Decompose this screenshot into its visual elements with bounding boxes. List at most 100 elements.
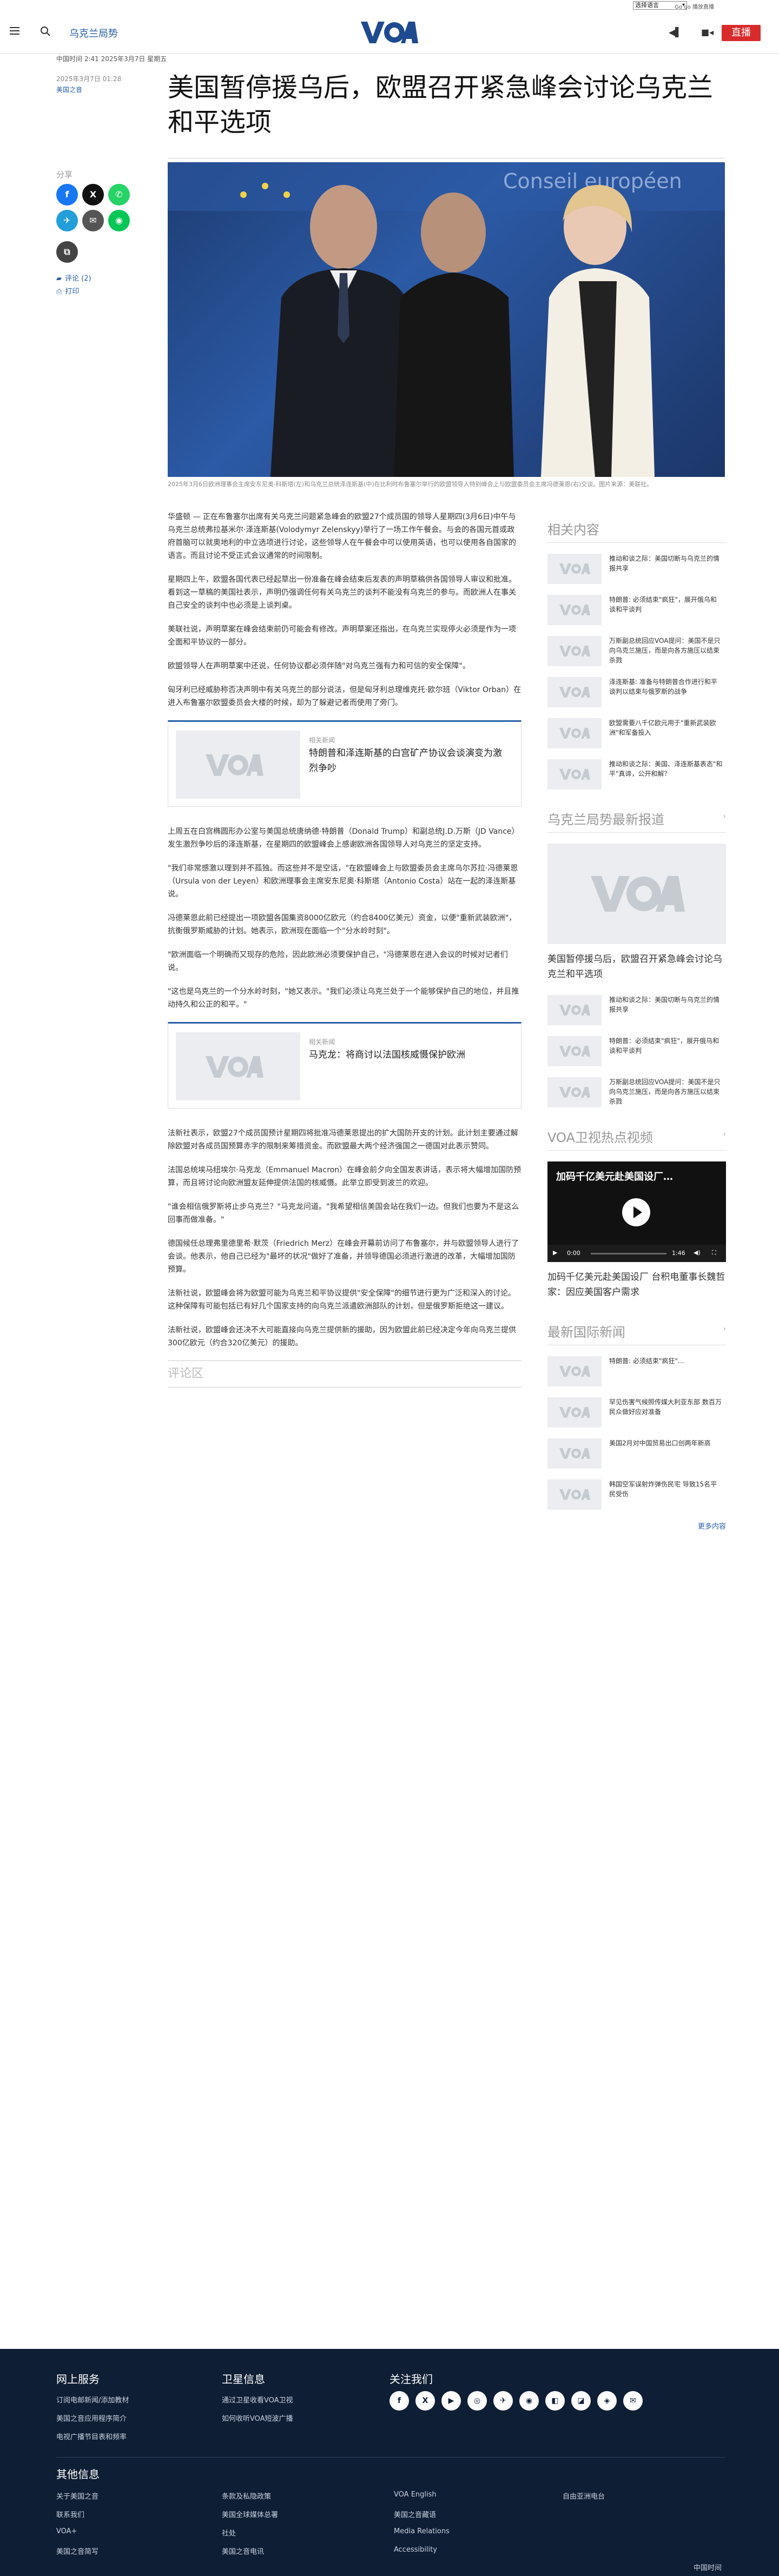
search-icon[interactable] <box>40 26 51 37</box>
footer-link[interactable]: Media Relations <box>394 2527 450 2535</box>
footer-link[interactable]: 社处 <box>222 2527 236 2538</box>
more-link[interactable]: 更多内容 <box>547 1521 726 1531</box>
list-item-title[interactable]: 韩国空军误射炸弹伤民宅 导致15名平民受伤 <box>609 1479 723 1499</box>
footer-link[interactable]: 如何收听VOA短波广播 <box>222 2413 293 2423</box>
rss-icon[interactable]: ◪ <box>571 2391 591 2411</box>
video-title[interactable]: 加码千亿美元赴美国设厂 台积电董事长魏哲家：因应美国客户需求 <box>547 1270 726 1300</box>
list-item[interactable]: 推动和谈之际：美国切断与乌克兰的情报共享 <box>547 554 726 588</box>
list-item[interactable]: 欧盟需要八千亿欧元用于"重新武装欧洲"和军备投入 <box>547 718 726 753</box>
list-item[interactable]: 万斯副总统回应VOA提问：美国不是只向乌克兰施压，而是向各方施压以结束杀戮 <box>547 636 726 670</box>
line-share-icon[interactable]: ◉ <box>108 210 130 231</box>
x-share-icon[interactable]: X <box>82 184 104 205</box>
youtube-icon[interactable]: ▶ <box>441 2391 461 2411</box>
footer-link[interactable]: 电视广播节目表和频率 <box>56 2431 127 2441</box>
footer-link[interactable]: 美国之音简写 <box>56 2546 98 2556</box>
list-item-title[interactable]: 万斯副总统回应VOA提问：美国不是只向乌克兰施压，而是向各方施压以结束杀戮 <box>609 636 723 665</box>
video-icon[interactable]: ■◂ <box>701 27 714 37</box>
footer-link[interactable]: Accessibility <box>394 2546 437 2554</box>
footer-link[interactable]: 美国之音电讯 <box>222 2546 264 2556</box>
footer-link[interactable]: 条款及私隐政策 <box>222 2491 271 2501</box>
list-item-title[interactable]: 特朗普：必须结束"疯狂"，展开俄乌和谈和平谈判 <box>609 1036 723 1055</box>
list-item[interactable]: 推动和谈之际：美国、泽连斯基表态"和平"真谛，公开和解？ <box>547 759 726 794</box>
footer-link[interactable]: 自由亚洲电台 <box>563 2491 605 2501</box>
intl-news-heading[interactable]: 最新国际新闻 › <box>547 1322 726 1345</box>
instagram-icon[interactable]: ◎ <box>467 2391 487 2411</box>
volume-icon[interactable]: ◀) <box>694 1249 701 1256</box>
list-item-title[interactable]: 罕见伤害气候照传媒大利亚东部 数百万民众做好应对准备 <box>609 1397 723 1417</box>
audio-icon[interactable]: ◀▌ <box>669 27 682 37</box>
list-item[interactable]: 美国2月对中国贸易出口创两年新高 <box>547 1438 726 1473</box>
author-link[interactable]: 美国之音 <box>56 84 121 95</box>
comments-link[interactable]: ▰ 评论 (2) <box>56 273 91 283</box>
related-story-title[interactable]: 马克龙：将商讨以法国核威慑保护欧洲 <box>309 1047 504 1063</box>
x-icon[interactable]: X <box>415 2391 435 2411</box>
threads-icon[interactable]: ◧ <box>545 2391 565 2411</box>
list-item[interactable]: 特朗普: 必须结束"疯狂"，展开俄乌和谈和平谈判 <box>547 595 726 629</box>
footer-link[interactable]: 美国之音藏语 <box>394 2509 436 2519</box>
menu-icon[interactable] <box>10 27 19 37</box>
paragraph: "谁会相信俄罗斯将止步乌克兰？"马克龙问道。"我希望相信美国会站在我们一边。但我… <box>168 1203 519 1224</box>
share-row-2: ✈ ✉ ◉ <box>56 210 164 231</box>
podcast-icon[interactable]: ◉ <box>519 2391 539 2411</box>
related-story-card[interactable]: 相关新闻 马克龙：将商讨以法国核威慑保护欧洲 <box>168 1022 521 1108</box>
fullscreen-icon[interactable]: ⛶ <box>712 1249 716 1257</box>
telegram-share-icon[interactable]: ✈ <box>56 210 78 231</box>
app-icon[interactable]: ◈ <box>597 2391 617 2411</box>
video-overlay-title: 加码千亿美元赴美国设厂… <box>556 1171 673 1183</box>
chevron-right-icon: › <box>723 812 726 821</box>
ukraine-latest-heading[interactable]: 乌克兰局势最新报道 › <box>547 809 726 833</box>
list-item-title[interactable]: 推动和谈之际：美国切断与乌克兰的情报共享 <box>609 995 723 1014</box>
telegram-icon[interactable]: ✈ <box>493 2391 513 2411</box>
email-share-icon[interactable]: ✉ <box>82 210 104 231</box>
video-heading[interactable]: VOA卫视热点视频 › <box>547 1127 726 1151</box>
print-link[interactable]: ⎙ 打印 <box>56 286 79 296</box>
list-item-title[interactable]: 推动和谈之际：美国切断与乌克兰的情报共享 <box>609 554 723 573</box>
live-button[interactable]: 直播 <box>722 25 761 41</box>
list-item[interactable]: 特朗普: 必须结束"疯狂"… <box>547 1356 726 1391</box>
list-item-title[interactable]: 泽连斯基: 准备与特朗普合作进行和平谈判以结束与俄罗斯的战争 <box>609 677 723 696</box>
facebook-icon[interactable]: f <box>390 2391 409 2411</box>
footer-link[interactable]: 美国全球媒体总署 <box>222 2509 278 2519</box>
list-item-title[interactable]: 万斯副总统回应VOA提问：美国不是只向乌克兰施压，而是向各方施压以结束杀戮 <box>609 1077 723 1106</box>
list-item[interactable]: 万斯副总统回应VOA提问：美国不是只向乌克兰施压，而是向各方施压以结束杀戮 <box>547 1077 726 1112</box>
list-item-thumbnail <box>547 1036 602 1066</box>
list-item-thumbnail <box>547 677 602 707</box>
footer-link[interactable]: 订阅电邮新闻/添加教材 <box>56 2394 129 2405</box>
list-item-thumbnail <box>547 759 602 789</box>
list-item-title[interactable]: 特朗普: 必须结束"疯狂"，展开俄乌和谈和平谈判 <box>609 595 723 614</box>
footer-link[interactable]: 美国之音应用程序简介 <box>56 2413 127 2423</box>
footer-link[interactable]: VOA+ <box>56 2527 77 2535</box>
copy-link-icon[interactable]: ⧉ <box>56 241 78 263</box>
list-item-title[interactable]: 美国2月对中国贸易出口创两年新高 <box>609 1438 723 1448</box>
list-item[interactable]: 泽连斯基: 准备与特朗普合作进行和平谈判以结束与俄罗斯的战争 <box>547 677 726 712</box>
video-progress-bar[interactable] <box>591 1253 666 1254</box>
satellite-heading: 卫星信息 <box>222 2373 265 2386</box>
list-item-title[interactable]: 欧盟需要八千亿欧元用于"重新武装欧洲"和军备投入 <box>609 718 723 738</box>
voa-placeholder-icon <box>559 1366 590 1377</box>
footer-link[interactable]: VOA English <box>394 2491 437 2499</box>
play-icon[interactable] <box>622 1198 650 1226</box>
list-item[interactable]: 罕见伤害气候照传媒大利亚东部 数百万民众做好应对准备 <box>547 1397 726 1432</box>
facebook-share-icon[interactable]: f <box>56 184 78 205</box>
section-link[interactable]: 乌克兰局势 <box>69 26 118 40</box>
list-item[interactable]: 推动和谈之际：美国切断与乌克兰的情报共享 <box>547 995 726 1030</box>
video-player[interactable]: 加码千亿美元赴美国设厂… ▶ 0:00 1:46 ◀) ⛶ <box>547 1161 726 1262</box>
list-item-title[interactable]: 推动和谈之际：美国、泽连斯基表态"和平"真谛，公开和解？ <box>609 759 723 779</box>
voa-placeholder-icon <box>591 876 685 912</box>
related-story-card[interactable]: 相关新闻 特朗普和泽连斯基的白宫矿产协议会谈演变为激烈争吵 <box>168 720 521 807</box>
list-item[interactable]: 特朗普：必须结束"疯狂"，展开俄乌和谈和平谈判 <box>547 1036 726 1071</box>
email-icon[interactable]: ✉ <box>623 2391 643 2411</box>
ukraine-latest-featured[interactable]: 美国暂停援乌后，欧盟召开紧急峰会讨论乌克兰和平选项 <box>547 844 726 982</box>
language-strip-links[interactable]: Go go 播放直播 <box>675 2 714 10</box>
sidebar: 相关内容 推动和谈之际：美国切断与乌克兰的情报共享 特朗普: 必须结束"疯狂"，展… <box>547 519 726 1531</box>
footer-link[interactable]: 通过卫星收看VOA卫视 <box>222 2394 293 2405</box>
voa-logo[interactable] <box>361 21 418 44</box>
play-small-icon[interactable]: ▶ <box>553 1249 557 1256</box>
featured-title[interactable]: 美国暂停援乌后，欧盟召开紧急峰会讨论乌克兰和平选项 <box>547 952 726 982</box>
list-item-title[interactable]: 特朗普: 必须结束"疯狂"… <box>609 1356 723 1366</box>
related-story-title[interactable]: 特朗普和泽连斯基的白宫矿产协议会谈演变为激烈争吵 <box>309 746 504 776</box>
whatsapp-share-icon[interactable]: ✆ <box>108 184 130 205</box>
list-item[interactable]: 韩国空军误射炸弹伤民宅 导致15名平民受伤 <box>547 1479 726 1514</box>
footer-link[interactable]: 联系我们 <box>56 2509 84 2519</box>
footer-link[interactable]: 关于美国之音 <box>56 2491 98 2501</box>
